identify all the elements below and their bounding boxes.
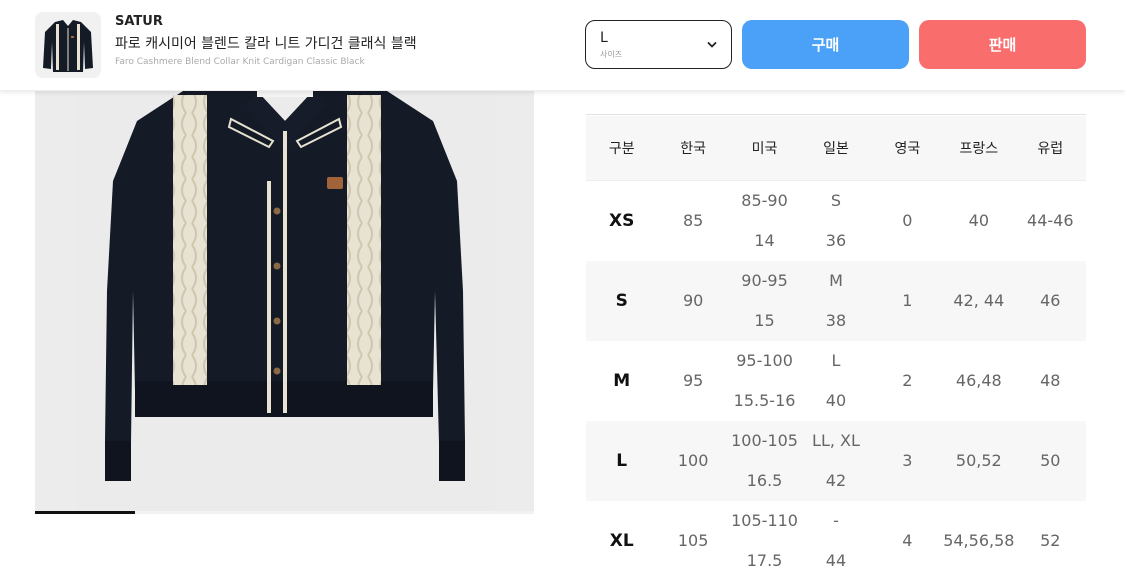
- size-jp-letter: L: [831, 350, 841, 370]
- product-title-english: Faro Cashmere Blend Collar Knit Cardigan…: [115, 57, 365, 67]
- size-eu: 46: [1014, 260, 1086, 341]
- size-uk: 4: [902, 530, 913, 550]
- size-us-range: 105-110: [731, 510, 798, 530]
- size-us-number: 14: [754, 230, 775, 250]
- size-kr: 85: [682, 210, 704, 230]
- size-us-range: 95-100: [736, 350, 793, 370]
- buy-button[interactable]: 구매: [742, 20, 909, 69]
- size-dropdown[interactable]: L 사이즈: [585, 20, 732, 69]
- size-us: 85-90 14: [729, 180, 800, 261]
- table-row: M 95 95-100 15.5-16 L 40 2 46,48 48: [586, 341, 1086, 421]
- table-row: XS 85 85-90 14 S 36 0 40 44-46: [586, 180, 1086, 261]
- column-header-france: 프랑스: [943, 116, 1015, 181]
- size-us-range: 90-95: [741, 270, 788, 290]
- column-header-category: 구분: [586, 116, 658, 181]
- size-us: 90-95 15: [728, 260, 801, 341]
- product-title-korean: 파로 캐시미어 블렌드 칼라 니트 가디건 클래식 블랙: [115, 36, 417, 52]
- product-main-image[interactable]: [35, 91, 534, 513]
- size-fr: 40: [968, 210, 989, 230]
- sell-button[interactable]: 판매: [919, 20, 1086, 69]
- size-code: XS: [609, 210, 635, 231]
- cardigan-thumbnail-image: [35, 12, 101, 78]
- size-kr: 100: [657, 420, 729, 501]
- chevron-down-icon: [707, 42, 717, 48]
- table-row: L 100 100-105 16.5 LL, XL 42 3 50,52 50: [586, 420, 1086, 501]
- column-header-uk: 영국: [871, 116, 944, 181]
- size-jp-number: 38: [825, 310, 847, 330]
- size-uk: 0: [902, 210, 913, 230]
- table-row: XL 105 105-110 17.5 - 44 4 54,56,58 52: [586, 501, 1086, 581]
- size-fr: 54,56,58: [943, 530, 1015, 550]
- size-fr: 42, 44: [943, 260, 1015, 341]
- size-jp: S 36: [800, 180, 871, 261]
- size-code: XL: [609, 530, 634, 551]
- selected-size-value: L: [600, 30, 608, 46]
- slide-progress-bar: [35, 511, 135, 514]
- brand-name[interactable]: SATUR: [115, 14, 163, 29]
- size-us: 105-110 17.5: [729, 501, 800, 581]
- table-header-row: 구분 한국 미국 일본 영국 프랑스 유럽: [586, 116, 1086, 181]
- size-jp-letter: LL, XL: [812, 430, 860, 450]
- size-code: L: [586, 420, 658, 501]
- size-jp-number: 40: [825, 390, 847, 410]
- size-jp: M 38: [800, 260, 872, 341]
- size-jp-number: 36: [825, 230, 847, 250]
- size-conversion-table: 구분 한국 미국 일본 영국 프랑스 유럽 XS 85 85-90 14 S 36 …: [586, 116, 1086, 581]
- size-uk: 2: [902, 370, 913, 390]
- cardigan-image: [75, 91, 495, 513]
- size-us-number: 15: [754, 310, 775, 330]
- size-us: 100-105 16.5: [728, 420, 801, 501]
- size-eu: 48: [1040, 370, 1061, 390]
- size-uk: 1: [871, 260, 944, 341]
- size-us-number: 16.5: [746, 470, 783, 490]
- column-header-japan: 일본: [800, 116, 872, 181]
- size-jp-number: 44: [825, 550, 847, 570]
- size-kr: 90: [657, 260, 729, 341]
- size-eu: 44-46: [1027, 210, 1074, 230]
- size-jp-letter: -: [833, 510, 839, 530]
- size-uk: 3: [871, 420, 944, 501]
- column-header-europe: 유럽: [1014, 116, 1086, 181]
- size-jp-letter: S: [830, 190, 842, 210]
- size-us-number: 17.5: [746, 550, 783, 570]
- sticky-product-header: SATUR 파로 캐시미어 블렌드 칼라 니트 가디건 클래식 블랙 Faro …: [0, 0, 1125, 91]
- size-us-range: 100-105: [731, 430, 798, 450]
- size-us-number: 15.5-16: [733, 390, 796, 410]
- size-kr: 105: [677, 530, 709, 550]
- size-eu: 52: [1040, 530, 1061, 550]
- size-fr: 46,48: [955, 370, 1002, 390]
- product-thumbnail[interactable]: [35, 12, 101, 78]
- size-fr: 50,52: [943, 420, 1015, 501]
- column-header-usa: 미국: [728, 116, 801, 181]
- size-jp-number: 42: [825, 470, 847, 490]
- image-slide-indicator: [35, 511, 534, 514]
- size-jp: - 44: [800, 501, 871, 581]
- size-us-range: 85-90: [741, 190, 788, 210]
- size-jp: LL, XL 42: [800, 420, 872, 501]
- size-jp: L 40: [800, 341, 871, 421]
- size-us: 95-100 15.5-16: [729, 341, 800, 421]
- size-code: S: [586, 260, 658, 341]
- column-header-korea: 한국: [657, 116, 729, 181]
- size-jp-letter: M: [829, 270, 843, 290]
- size-code: M: [613, 370, 631, 391]
- size-kr: 95: [682, 370, 704, 390]
- size-dropdown-caption: 사이즈: [600, 50, 623, 59]
- table-top-separator: [586, 91, 1086, 115]
- size-eu: 50: [1014, 420, 1086, 501]
- table-row: S 90 90-95 15 M 38 1 42, 44 46: [586, 260, 1086, 341]
